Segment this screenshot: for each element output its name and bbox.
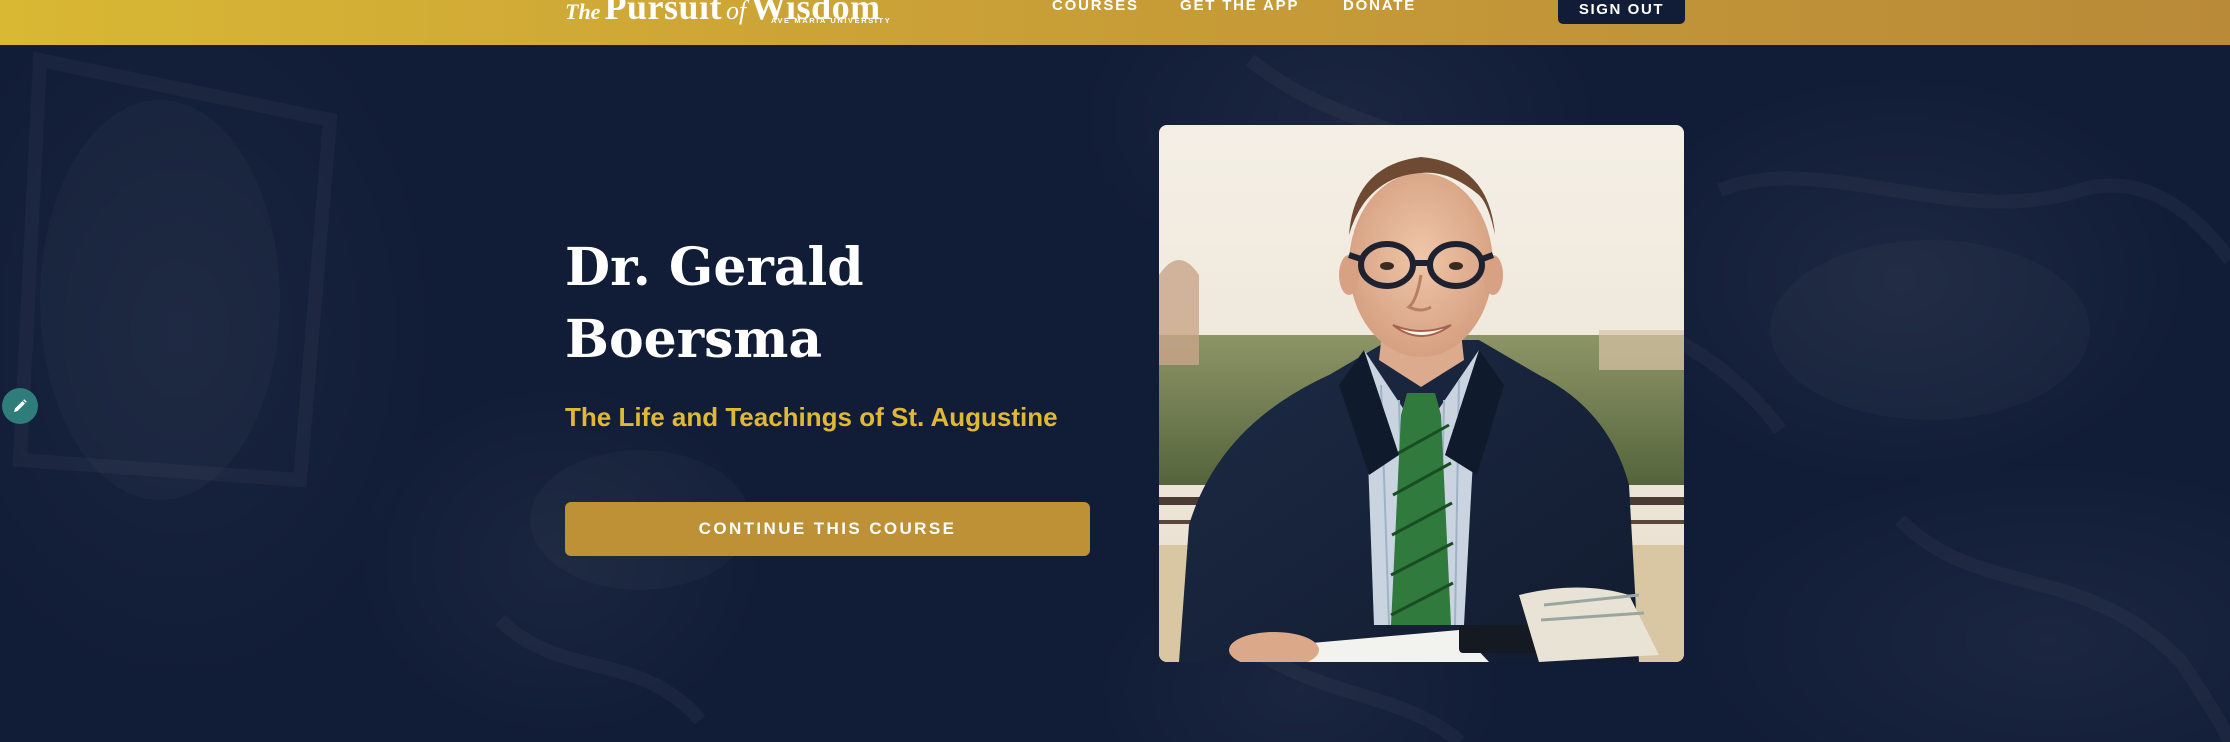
- logo-subtitle: AVE MARIA UNIVERSITY: [771, 16, 892, 25]
- edit-button[interactable]: [2, 388, 38, 424]
- sign-out-button[interactable]: SIGN OUT: [1558, 0, 1685, 24]
- nav-donate[interactable]: DONATE: [1343, 0, 1416, 14]
- instructor-portrait-image: [1159, 125, 1684, 662]
- logo-pursuit: Pursuit: [604, 0, 722, 27]
- instructor-portrait: [1159, 125, 1684, 662]
- instructor-name: Dr. Gerald Boersma: [565, 232, 1085, 376]
- background-texture: [0, 0, 2230, 742]
- nav-get-the-app[interactable]: GET THE APP: [1180, 0, 1299, 14]
- top-navigation-bar: The Pursuit of Wisdom AVE MARIA UNIVERSI…: [0, 0, 2230, 45]
- instructor-name-line-1: Dr. Gerald: [565, 237, 864, 298]
- nav-courses[interactable]: COURSES: [1052, 0, 1139, 14]
- site-logo[interactable]: The Pursuit of Wisdom AVE MARIA UNIVERSI…: [565, 0, 890, 27]
- instructor-name-line-2: Boersma: [565, 309, 823, 370]
- logo-the: The: [565, 0, 601, 24]
- continue-course-button[interactable]: CONTINUE THIS COURSE: [565, 502, 1090, 556]
- pencil-icon: [14, 399, 27, 412]
- logo-of: of: [725, 0, 747, 25]
- course-title: The Life and Teachings of St. Augustine: [565, 402, 1058, 432]
